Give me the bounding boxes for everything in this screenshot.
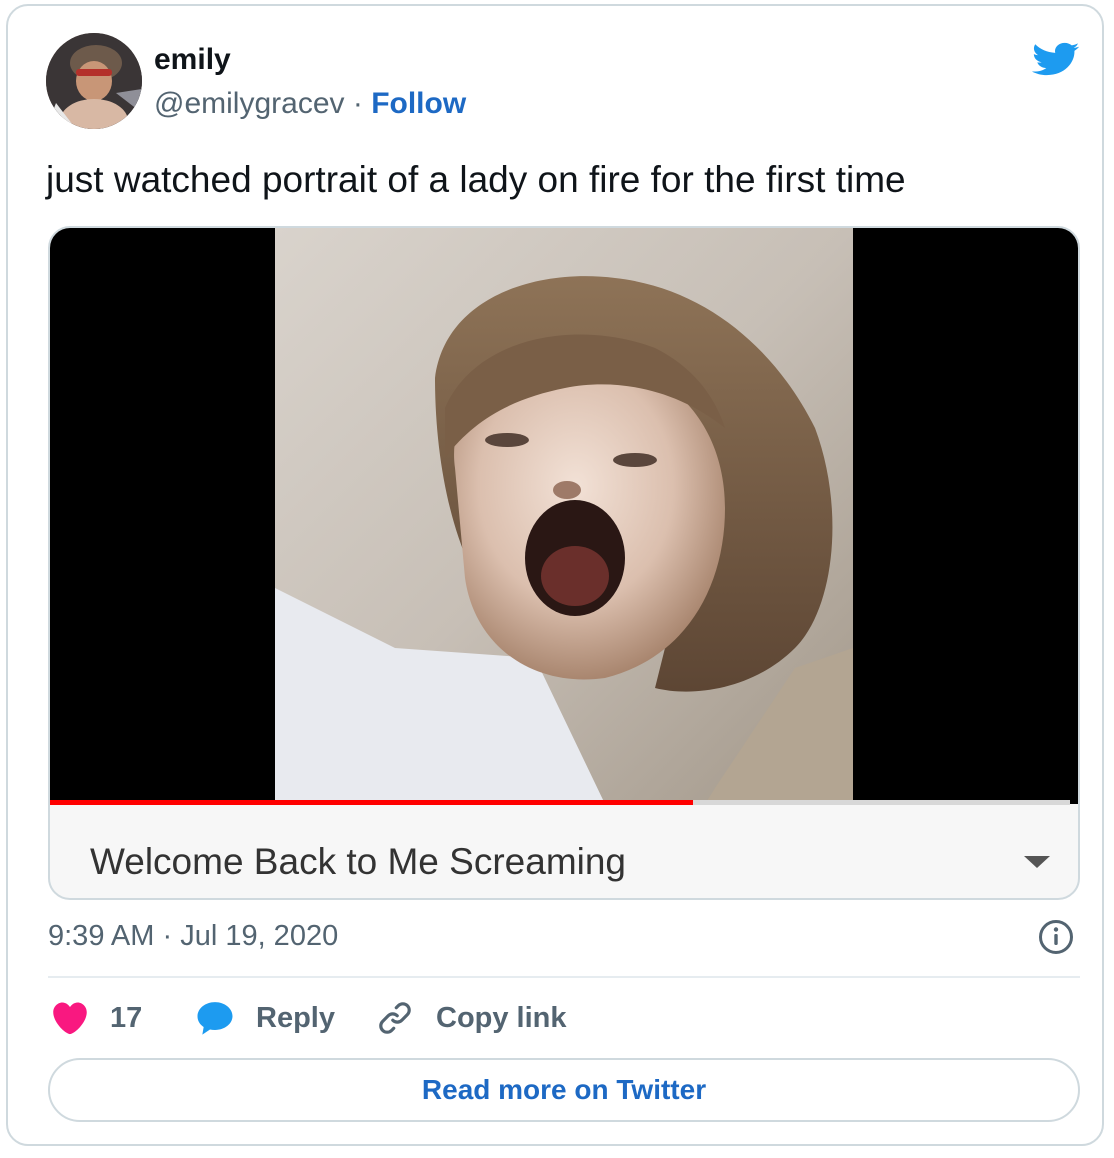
reply-button[interactable]: Reply [194,998,335,1038]
author-handle[interactable]: @emilygracev [154,87,345,120]
timestamp-separator: · [154,920,181,952]
video-progress-fill [50,800,693,805]
copy-link-label: Copy link [436,1002,567,1034]
author-name[interactable]: emily [154,42,231,78]
like-button[interactable]: 17 [50,998,142,1038]
video-player[interactable] [50,228,1078,805]
like-count: 17 [110,1002,143,1034]
tweet-text: just watched portrait of a lady on fire … [46,159,906,200]
handle-separator: · [344,87,372,120]
heart-icon [53,1002,87,1035]
triangle-down-icon[interactable] [1024,856,1050,868]
copy-link-button[interactable]: Copy link [376,998,567,1038]
tweet-time: 9:39 AM [48,920,155,952]
reply-label: Reply [256,1002,335,1034]
video-title: Welcome Back to Me Screaming [90,841,627,882]
avatar[interactable] [46,33,142,129]
media-card[interactable]: Welcome Back to Me Screaming [48,226,1080,900]
tweet-card: emily @emilygracev · Follow just watched… [6,4,1104,1146]
author-handle-row: @emilygracev · Follow [154,86,466,122]
info-icon[interactable] [1038,919,1074,955]
follow-button[interactable]: Follow [371,87,466,120]
video-progress-bar[interactable] [50,800,1070,805]
link-icon [379,1002,411,1034]
tweet-date: Jul 19, 2020 [180,920,339,952]
avatar-image [46,33,142,129]
video-frame [275,228,853,804]
tweet-timestamp[interactable]: 9:39 AM · Jul 19, 2020 [48,918,338,954]
read-more-button[interactable]: Read more on Twitter [48,1058,1080,1122]
twitter-bird-icon[interactable] [1030,38,1080,80]
divider [48,976,1080,978]
speech-bubble-icon [197,1002,233,1035]
